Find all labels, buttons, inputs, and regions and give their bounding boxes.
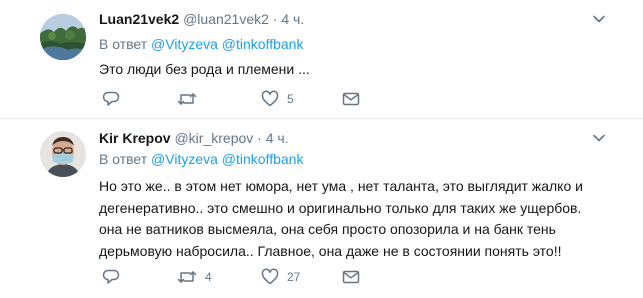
retweet-count: 4 <box>205 270 212 284</box>
message-icon <box>342 270 360 284</box>
retweet-button[interactable]: 4 <box>177 267 212 287</box>
tweet-text: Но это же.. в этом нет юмора, нет ума , … <box>99 176 629 262</box>
tweet-header: Luan21vek2 @luan21vek2 · 4 ч. <box>99 9 304 29</box>
chevron-down-icon[interactable] <box>592 131 606 145</box>
tweet-text: Это люди без рода и племени ... <box>99 59 629 81</box>
tweet[interactable]: Luan21vek2 @luan21vek2 · 4 ч. В ответ @V… <box>0 0 643 118</box>
tweet[interactable]: Kir Krepov @kir_krepov · 4 ч. В ответ @V… <box>0 119 643 298</box>
reply-button[interactable] <box>102 267 128 287</box>
like-count: 5 <box>287 92 294 106</box>
timestamp[interactable]: 4 ч. <box>281 11 304 27</box>
mention-link[interactable]: @tinkoffbank <box>222 151 304 167</box>
mention-link[interactable]: @Vityzeva <box>151 151 218 167</box>
user-handle[interactable]: @luan21vek2 <box>183 11 269 27</box>
tweet-header: Kir Krepov @kir_krepov · 4 ч. <box>99 128 289 148</box>
reply-prefix: В ответ <box>99 151 148 167</box>
separator-dot: · <box>272 11 278 27</box>
like-button[interactable]: 27 <box>261 267 300 287</box>
reply-context: В ответ @Vityzeva @tinkoffbank <box>99 149 303 169</box>
direct-message-button[interactable] <box>342 89 360 109</box>
mention-link[interactable]: @Vityzeva <box>151 36 218 52</box>
separator-dot: · <box>257 130 262 146</box>
direct-message-button[interactable] <box>342 267 360 287</box>
avatar[interactable] <box>40 131 86 177</box>
like-icon <box>261 90 279 107</box>
reply-context: В ответ @Vityzeva @tinkoffbank <box>99 34 303 54</box>
reply-prefix: В ответ <box>99 36 148 52</box>
reply-button[interactable] <box>102 89 128 109</box>
timestamp[interactable]: 4 ч. <box>266 130 289 146</box>
reply-icon <box>102 91 120 106</box>
retweet-button[interactable] <box>177 89 205 109</box>
retweet-icon <box>177 93 197 105</box>
message-icon <box>342 92 360 106</box>
display-name[interactable]: Kir Krepov <box>99 130 171 146</box>
tweet-text-line: дегенеративно.. это смешно и оригинально… <box>99 199 582 216</box>
like-count: 27 <box>287 270 301 284</box>
user-handle[interactable]: @kir_krepov <box>174 130 253 146</box>
like-icon <box>261 268 279 285</box>
like-button[interactable]: 5 <box>261 89 294 109</box>
retweet-icon <box>177 271 197 283</box>
tweet-text-line: Но это же.. в этом нет юмора, нет ума , … <box>99 178 583 194</box>
tweet-text-line: Это люди без рода и племени ... <box>99 61 310 77</box>
avatar[interactable] <box>40 14 86 60</box>
reply-icon <box>102 269 120 284</box>
chevron-down-icon[interactable] <box>592 12 606 26</box>
tweet-text-line: дерьмовую набросила.. Главное, она даже … <box>99 242 562 259</box>
display-name[interactable]: Luan21vek2 <box>99 11 179 27</box>
mention-link[interactable]: @tinkoffbank <box>222 36 304 52</box>
tweet-text-line: она не ватников высмеяла, она себя прост… <box>99 221 556 237</box>
